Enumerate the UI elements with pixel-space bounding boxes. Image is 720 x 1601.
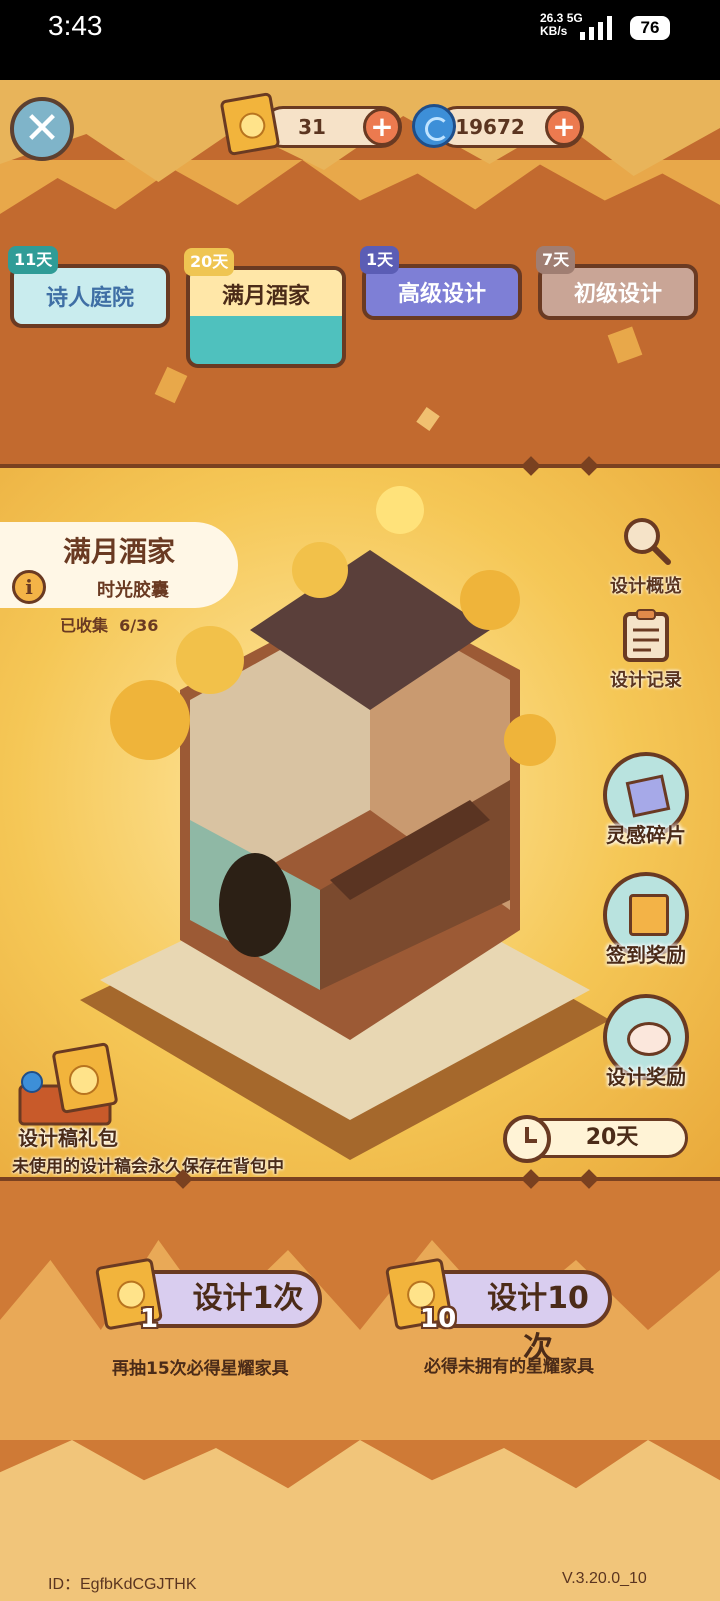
swirl-crystal-icon [412,104,456,148]
divider-top [0,464,720,468]
set-subtitle: 时光胶囊 [97,580,169,601]
close-button[interactable]: ✕ [10,97,74,161]
close-icon: ✕ [23,103,61,154]
crystal-currency: 19672 + [436,106,584,148]
status-bar: 3:43 26.3 5G KB/s 76 [0,0,720,80]
bottom-banner [0,1180,720,1601]
inspiration-fragments-button[interactable]: 灵感碎片 [596,752,696,847]
gift-package-label[interactable]: 设计稿礼包 [18,1122,118,1151]
rabbit-icon: 设计奖励 [603,994,689,1089]
map-fragment-icon: 灵感碎片 [603,752,689,847]
decor-piece [416,407,440,431]
tab-poet-courtyard[interactable]: 11天 诗人庭院 [8,246,170,328]
tab-basic-design[interactable]: 7天 初级设计 [536,246,698,320]
app-version: V.3.20.0_10 [562,1570,647,1587]
network-speed: 26.3 5G KB/s [540,11,583,38]
collection-progress: 已收集 6/36 [60,616,159,635]
checkin-reward-button[interactable]: 签到奖励 [596,872,696,967]
single-cost: 1 [140,1304,159,1334]
multi-pull-note: 必得未拥有的星耀家具 [424,1357,594,1377]
calendar-icon: 签到奖励 [603,872,689,967]
info-icon[interactable]: i [12,570,46,604]
design-records-button[interactable]: 设计记录 [596,608,696,692]
design-scroll-icon [219,91,281,157]
clock-icon [503,1115,551,1163]
scroll-currency: 31 + [262,106,402,148]
single-pull-note: 再抽15次必得星耀家具 [112,1359,289,1379]
event-timer: 20天 [503,1115,688,1163]
decor-shards [0,160,720,214]
clock-time: 3:43 [48,10,103,41]
design-overview-button[interactable]: 设计概览 [596,514,696,598]
gift-note: 未使用的设计稿会永久保存在背包中 [12,1157,284,1177]
multi-cost: 10 [420,1304,457,1334]
decor-piece [154,366,188,404]
clipboard-icon [623,609,669,662]
design-reward-button[interactable]: 设计奖励 [596,994,696,1089]
add-crystals-button[interactable]: + [545,108,583,146]
battery-icon: 76 [630,16,670,40]
magnifier-icon [624,518,671,565]
signal-icon [580,16,612,40]
divider-bottom [0,1177,720,1181]
add-scrolls-button[interactable]: + [363,108,401,146]
player-id: ID：EgfbKdCGJTHK [48,1576,197,1593]
tab-full-moon-tavern[interactable]: 20天 满月酒家 [184,248,346,368]
tab-advanced-design[interactable]: 1天 高级设计 [360,246,522,320]
decor-piece [607,326,643,364]
set-title: 满月酒家 [62,535,175,568]
